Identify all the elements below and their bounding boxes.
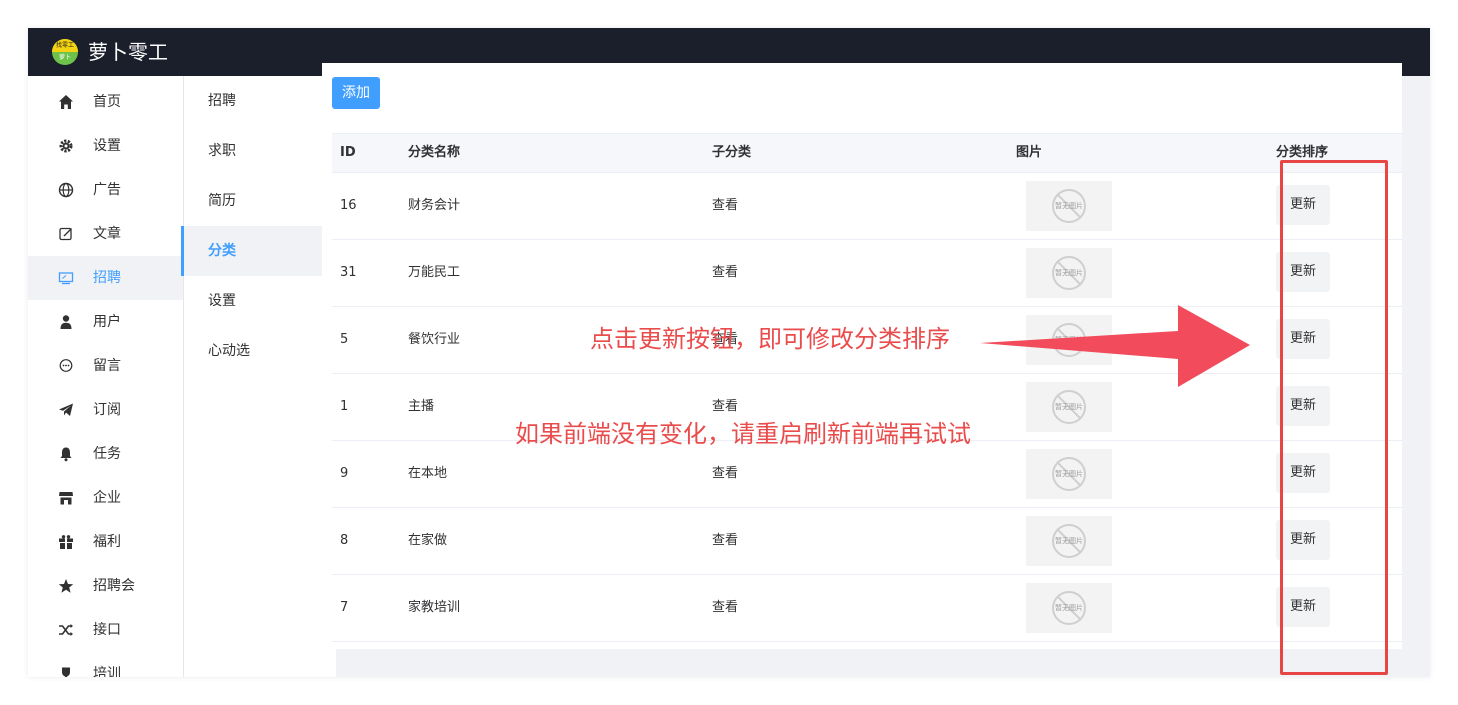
image-placeholder-text: 暂无图片 (1055, 604, 1083, 612)
sidebar-item-label: 培训 (93, 666, 121, 677)
cell-id: 1 (340, 399, 349, 414)
sidebar-item-tasks[interactable]: 任务 (28, 432, 183, 476)
sidebar-item-label: 广告 (93, 182, 121, 198)
chat-icon (59, 359, 73, 372)
header-sub: 子分类 (712, 145, 752, 160)
image-placeholder-text: 暂无图片 (1055, 537, 1083, 545)
table-row: 7 家教培训 查看 暂无图片 更新 (332, 574, 1402, 642)
sidebar-item-label: 招聘 (93, 270, 121, 286)
sidebar-item-label: 用户 (93, 314, 121, 330)
edit-icon (59, 227, 72, 241)
sidebar-item-subscribe[interactable]: 订阅 (28, 388, 183, 432)
sidebar: 首页 设置 广告 文章 招聘 用户 留言 订阅 任务 企业 福利 招聘会 接口 … (28, 76, 184, 677)
trophy-icon (62, 667, 70, 677)
sidebar-item-messages[interactable]: 留言 (28, 344, 183, 388)
category-image: 暂无图片 (1026, 382, 1112, 432)
sidebar-item-label: 文章 (93, 226, 121, 242)
sidebar-item-training[interactable]: 培训 (28, 652, 183, 677)
user-icon (60, 315, 72, 329)
submenu-item-category[interactable]: 分类 (181, 226, 336, 276)
sidebar-item-settings[interactable]: 设置 (28, 124, 183, 168)
cell-name: 主播 (408, 399, 435, 414)
header-id: ID (340, 145, 356, 160)
category-image: 暂无图片 (1026, 449, 1112, 499)
sidebar-item-api[interactable]: 接口 (28, 608, 183, 652)
annotation-arrow-icon (980, 305, 1250, 387)
category-image: 暂无图片 (1026, 248, 1112, 298)
highlight-box (1280, 160, 1388, 675)
submenu-item-recruit[interactable]: 招聘 (184, 76, 336, 126)
sidebar-item-label: 订阅 (93, 402, 121, 418)
annotation-text: 点击更新按钮，即可修改分类排序 (590, 325, 950, 353)
star-icon (58, 579, 74, 593)
cell-name: 餐饮行业 (408, 332, 461, 347)
cell-id: 7 (340, 600, 349, 615)
cell-id: 9 (340, 466, 349, 481)
sidebar-item-home[interactable]: 首页 (28, 80, 183, 124)
logo: 找零工 萝卜 (52, 39, 78, 65)
category-image: 暂无图片 (1026, 516, 1112, 566)
submenu: 招聘 求职 简历 分类 设置 心动选 (181, 76, 336, 677)
sidebar-item-label: 招聘会 (93, 578, 135, 594)
cell-id: 5 (340, 332, 349, 347)
header-image: 图片 (1016, 145, 1043, 160)
sidebar-item-label: 留言 (93, 358, 121, 374)
shuffle-icon (59, 624, 73, 636)
send-icon (59, 403, 73, 416)
table-header: ID 分类名称 子分类 图片 分类排序 (332, 133, 1402, 173)
cell-name: 在家做 (408, 533, 448, 548)
gift-icon (59, 535, 73, 549)
submenu-item-settings[interactable]: 设置 (184, 276, 336, 326)
submenu-item-job-seek[interactable]: 求职 (184, 126, 336, 176)
shop-icon (59, 492, 73, 505)
table-row: 16 财务会计 查看 暂无图片 更新 (332, 172, 1402, 240)
cell-id: 31 (340, 265, 357, 280)
view-link[interactable]: 查看 (712, 239, 738, 306)
sidebar-item-welfare[interactable]: 福利 (28, 520, 183, 564)
sidebar-item-label: 福利 (93, 534, 121, 550)
sidebar-item-users[interactable]: 用户 (28, 300, 183, 344)
view-link[interactable]: 查看 (712, 574, 738, 641)
table-row: 9 在本地 查看 暂无图片 更新 (332, 440, 1402, 508)
cell-id: 16 (340, 198, 357, 213)
bell-icon (60, 447, 72, 462)
sidebar-item-articles[interactable]: 文章 (28, 212, 183, 256)
home-icon (59, 95, 73, 109)
submenu-item-resume[interactable]: 简历 (184, 176, 336, 226)
monitor-icon (58, 272, 74, 285)
cell-name: 万能民工 (408, 265, 461, 280)
sidebar-item-company[interactable]: 企业 (28, 476, 183, 520)
sidebar-item-label: 任务 (93, 446, 121, 462)
table-row: 8 在家做 查看 暂无图片 更新 (332, 507, 1402, 575)
sidebar-item-ads[interactable]: 广告 (28, 168, 183, 212)
table-row: 31 万能民工 查看 暂无图片 更新 (332, 239, 1402, 307)
sidebar-item-label: 接口 (93, 622, 121, 638)
view-link[interactable]: 查看 (712, 440, 738, 507)
app-title: 萝卜零工 (88, 40, 168, 64)
sidebar-item-label: 设置 (93, 138, 121, 154)
cell-name: 财务会计 (408, 198, 461, 213)
sidebar-item-label: 首页 (93, 94, 121, 110)
sidebar-item-label: 企业 (93, 490, 121, 506)
image-placeholder-text: 暂无图片 (1055, 403, 1083, 411)
view-link[interactable]: 查看 (712, 507, 738, 574)
sidebar-item-recruit[interactable]: 招聘 (28, 256, 183, 300)
image-placeholder-text: 暂无图片 (1055, 202, 1083, 210)
cell-name: 在本地 (408, 466, 448, 481)
annotation-text: 如果前端没有变化，请重启刷新前端再试试 (515, 420, 971, 448)
image-placeholder-text: 暂无图片 (1055, 470, 1083, 478)
add-button[interactable]: 添加 (332, 77, 380, 109)
header-name: 分类名称 (408, 145, 461, 160)
view-link[interactable]: 查看 (712, 172, 738, 239)
submenu-item-heart-pick[interactable]: 心动选 (184, 326, 336, 376)
gear-icon (59, 139, 73, 153)
active-indicator (181, 226, 184, 276)
sidebar-item-job-fair[interactable]: 招聘会 (28, 564, 183, 608)
category-image: 暂无图片 (1026, 583, 1112, 633)
globe-icon (58, 182, 74, 198)
cell-id: 8 (340, 533, 349, 548)
category-image: 暂无图片 (1026, 181, 1112, 231)
cell-name: 家教培训 (408, 600, 461, 615)
image-placeholder-text: 暂无图片 (1055, 269, 1083, 277)
